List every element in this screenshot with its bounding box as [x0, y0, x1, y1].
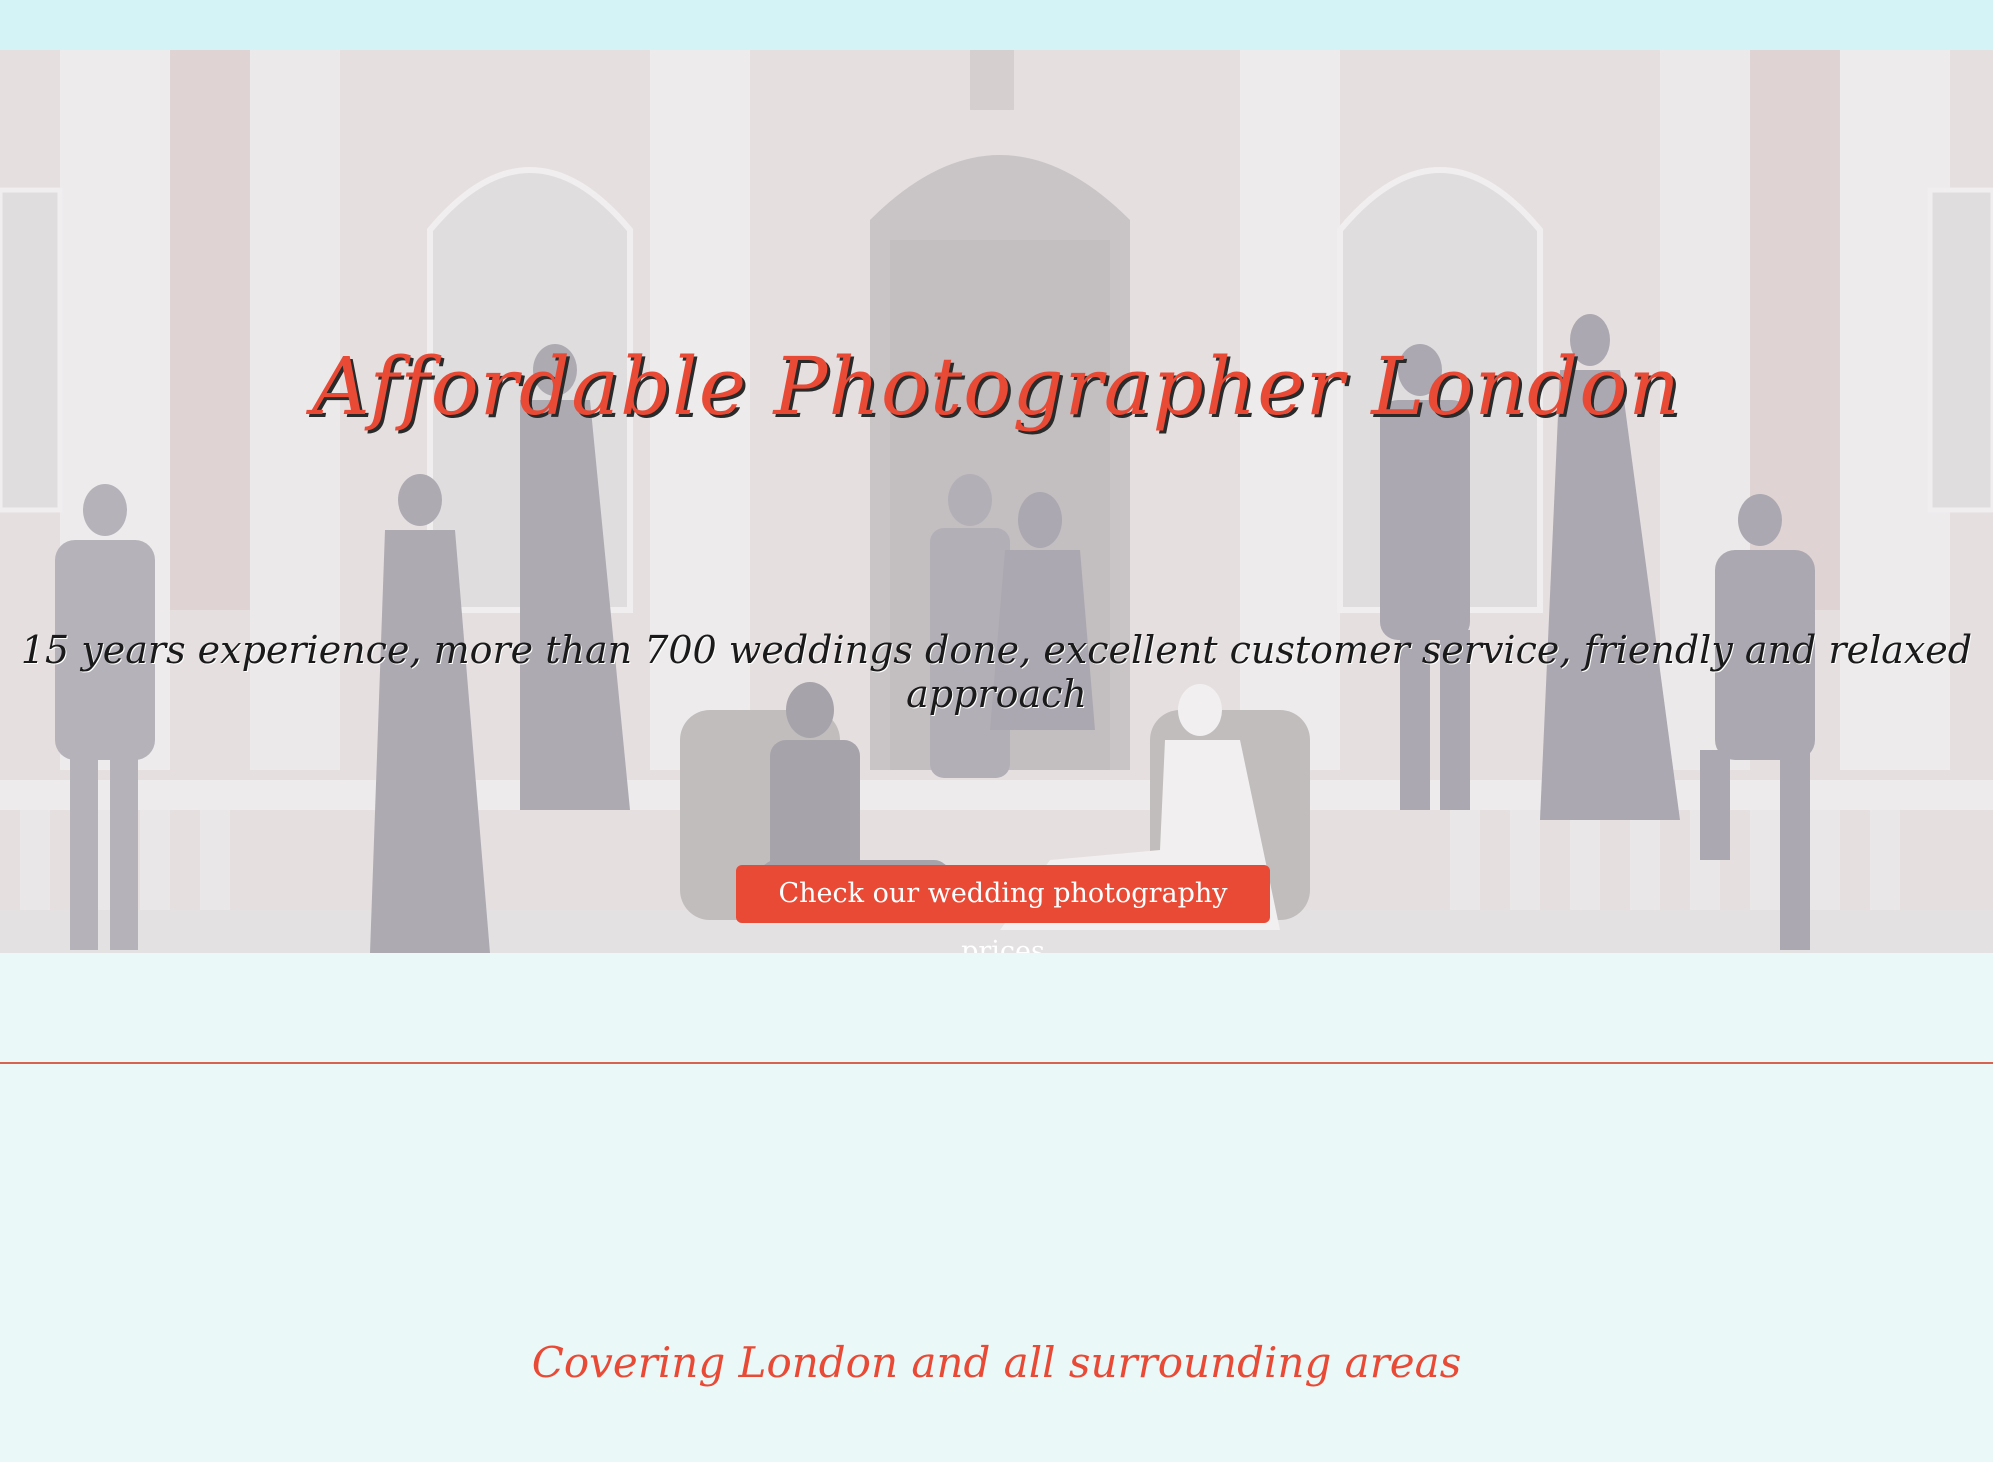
hero-subtitle: 15 years experience, more than 700 weddi…: [20, 628, 1973, 716]
check-prices-button[interactable]: Check our wedding photography prices: [736, 865, 1270, 953]
hero-overlay: [0, 50, 1993, 953]
hero-section: Affordable Photographer London 15 years …: [0, 50, 1993, 953]
top-bar: [0, 0, 1993, 50]
section-divider: [0, 1062, 1993, 1064]
hero-title: Affordable Photographer London: [312, 340, 1681, 433]
covering-areas-heading: Covering London and all surrounding area…: [531, 1338, 1462, 1387]
